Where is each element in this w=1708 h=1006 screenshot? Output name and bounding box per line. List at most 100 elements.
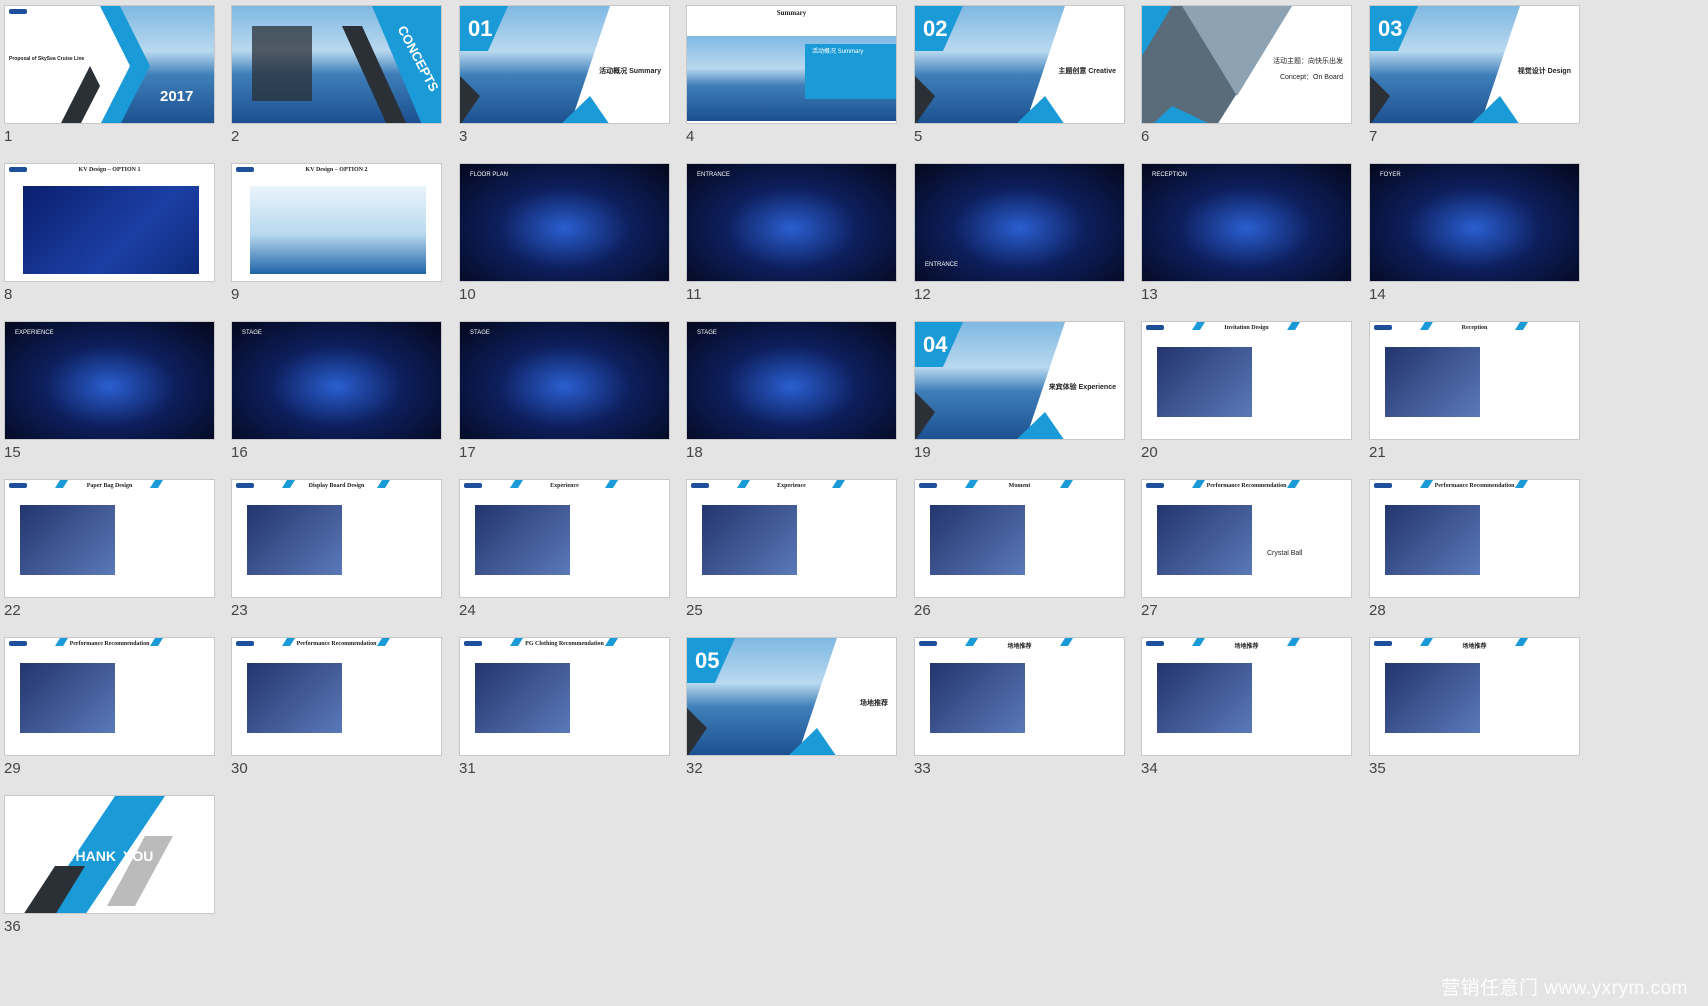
slide-thumbnail-17[interactable]: STAGE 17 bbox=[455, 316, 670, 476]
slide-preview[interactable]: 02 主题创意 Creative bbox=[914, 5, 1125, 124]
slide-thumbnail-28[interactable]: Performance Recommendation 28 bbox=[1365, 474, 1580, 634]
slide-preview[interactable]: Performance Recommendation bbox=[1369, 479, 1580, 598]
slide-preview[interactable]: 场地推荐 bbox=[914, 637, 1125, 756]
slide-preview[interactable]: 场地推荐 bbox=[1369, 637, 1580, 756]
slide-preview[interactable]: Experience bbox=[686, 479, 897, 598]
slide-number: 27 bbox=[1141, 602, 1158, 619]
slide-preview[interactable]: 03 视觉设计 Design bbox=[1369, 5, 1580, 124]
section-number: 05 bbox=[695, 648, 720, 673]
slide-thumbnail-30[interactable]: Performance Recommendation 30 bbox=[227, 632, 442, 792]
slide-thumbnail-31[interactable]: PG Clothing Recommendation 31 bbox=[455, 632, 670, 792]
slide-thumbnail-6[interactable]: 活动主题：向快乐出发 Concept：On Board 6 bbox=[1137, 0, 1352, 160]
scene-label: STAGE bbox=[697, 330, 717, 336]
slide-preview[interactable]: FLOOR PLAN bbox=[459, 163, 670, 282]
content-photo bbox=[1157, 505, 1252, 575]
slide-preview[interactable]: CONCEPTS bbox=[231, 5, 442, 124]
slide-preview[interactable]: FOYER bbox=[1369, 163, 1580, 282]
slide-number: 17 bbox=[459, 444, 476, 461]
slide-preview[interactable]: Performance Recommendation bbox=[4, 637, 215, 756]
slide-thumbnail-12[interactable]: ENTRANCE 12 bbox=[910, 158, 1125, 318]
slide-preview[interactable]: Performance Recommendation bbox=[231, 637, 442, 756]
slide-preview[interactable]: Reception bbox=[1369, 321, 1580, 440]
content-photo bbox=[247, 505, 342, 575]
slide-preview[interactable]: Summary 活动概况 Summary bbox=[686, 5, 897, 124]
slide-thumbnail-3[interactable]: 01 活动概况 Summary 3 bbox=[455, 0, 670, 160]
slide-thumbnail-2[interactable]: CONCEPTS 2 bbox=[227, 0, 442, 160]
slide-preview[interactable]: Performance Recommendation Crystal Ball bbox=[1141, 479, 1352, 598]
slide-preview[interactable]: EXPERIENCE bbox=[4, 321, 215, 440]
slide-preview[interactable]: Paper Bag Design bbox=[4, 479, 215, 598]
slide-preview[interactable]: Invitation Design bbox=[1141, 321, 1352, 440]
content-photo bbox=[930, 663, 1025, 733]
slide-preview[interactable]: Moment bbox=[914, 479, 1125, 598]
slide-thumbnail-23[interactable]: Display Board Design 23 bbox=[227, 474, 442, 634]
section-title: 视觉设计 Design bbox=[1517, 68, 1571, 75]
slide-preview[interactable]: THANK YOU bbox=[4, 795, 215, 914]
slide-preview[interactable]: 01 活动概况 Summary bbox=[459, 5, 670, 124]
slide-preview[interactable]: 活动主题：向快乐出发 Concept：On Board bbox=[1141, 5, 1352, 124]
slide-thumbnail-29[interactable]: Performance Recommendation 29 bbox=[0, 632, 215, 792]
slide-thumbnail-34[interactable]: 场地推荐 34 bbox=[1137, 632, 1352, 792]
slide-thumbnail-4[interactable]: Summary 活动概况 Summary 4 bbox=[682, 0, 897, 160]
slide-preview[interactable]: 04 来宾体验 Experience bbox=[914, 321, 1125, 440]
slide-thumbnail-1[interactable]: Proposal of SkySea Cruise Line 2017 1 bbox=[0, 0, 215, 160]
slide-thumbnail-19[interactable]: 04 来宾体验 Experience 19 bbox=[910, 316, 1125, 476]
slide-thumbnail-33[interactable]: 场地推荐 33 bbox=[910, 632, 1125, 792]
slide-title: Experience bbox=[777, 483, 806, 489]
slide-thumbnail-11[interactable]: ENTRANCE 11 bbox=[682, 158, 897, 318]
slide-thumbnail-24[interactable]: Experience 24 bbox=[455, 474, 670, 634]
slide-preview[interactable]: STAGE bbox=[231, 321, 442, 440]
slide-thumbnail-16[interactable]: STAGE 16 bbox=[227, 316, 442, 476]
slide-thumbnail-25[interactable]: Experience 25 bbox=[682, 474, 897, 634]
slide-thumbnail-22[interactable]: Paper Bag Design 22 bbox=[0, 474, 215, 634]
slide-number: 26 bbox=[914, 602, 931, 619]
slide-preview[interactable]: ENTRANCE bbox=[686, 163, 897, 282]
slide-thumbnail-10[interactable]: FLOOR PLAN 10 bbox=[455, 158, 670, 318]
slide-preview[interactable]: STAGE bbox=[459, 321, 670, 440]
slide-preview[interactable]: RECEPTION bbox=[1141, 163, 1352, 282]
slide-thumbnail-5[interactable]: 02 主题创意 Creative 5 bbox=[910, 0, 1125, 160]
slide-thumbnail-13[interactable]: RECEPTION 13 bbox=[1137, 158, 1352, 318]
slide-number: 24 bbox=[459, 602, 476, 619]
content-photo bbox=[475, 663, 570, 733]
slide-thumbnail-9[interactable]: KV Design – OPTION 2 9 bbox=[227, 158, 442, 318]
slide-preview[interactable]: 05 场地推荐 bbox=[686, 637, 897, 756]
slide-thumbnail-15[interactable]: EXPERIENCE 15 bbox=[0, 316, 215, 476]
slide-preview[interactable]: 场地推荐 bbox=[1141, 637, 1352, 756]
section-number: 03 bbox=[1378, 16, 1403, 41]
slide-thumbnail-32[interactable]: 05 场地推荐 32 bbox=[682, 632, 897, 792]
slide-preview[interactable]: PG Clothing Recommendation bbox=[459, 637, 670, 756]
slide-number: 30 bbox=[231, 760, 248, 777]
slide-thumbnail-14[interactable]: FOYER 14 bbox=[1365, 158, 1580, 318]
slide-preview[interactable]: Proposal of SkySea Cruise Line 2017 bbox=[4, 5, 215, 124]
slide-thumbnail-27[interactable]: Performance Recommendation Crystal Ball 27 bbox=[1137, 474, 1352, 634]
slide-preview[interactable]: KV Design – OPTION 2 bbox=[231, 163, 442, 282]
slide-title: Performance Recommendation bbox=[1434, 483, 1515, 489]
content-photo bbox=[247, 663, 342, 733]
slide-number: 4 bbox=[686, 128, 695, 145]
slide-preview[interactable]: ENTRANCE bbox=[914, 163, 1125, 282]
slide-number: 10 bbox=[459, 286, 476, 303]
panel-title: 活动概况 Summary bbox=[812, 49, 864, 55]
slide-number: 12 bbox=[914, 286, 931, 303]
slide-preview[interactable]: Experience bbox=[459, 479, 670, 598]
watermark-text: 营销任意门 www.yxrym.com bbox=[1440, 978, 1688, 999]
slide-thumbnail-21[interactable]: Reception 21 bbox=[1365, 316, 1580, 476]
slide-number: 34 bbox=[1141, 760, 1158, 777]
slide-thumbnail-8[interactable]: KV Design – OPTION 1 8 bbox=[0, 158, 215, 318]
scene-label: FOYER bbox=[1380, 172, 1401, 178]
slide-number: 11 bbox=[686, 286, 702, 303]
content-photo bbox=[20, 505, 115, 575]
slide-preview[interactable]: Display Board Design bbox=[231, 479, 442, 598]
slide-preview[interactable]: KV Design – OPTION 1 bbox=[4, 163, 215, 282]
slide-preview[interactable]: STAGE bbox=[686, 321, 897, 440]
slide-thumbnail-18[interactable]: STAGE 18 bbox=[682, 316, 897, 476]
slide-thumbnail-35[interactable]: 场地推荐 35 bbox=[1365, 632, 1580, 792]
scene-label: ENTRANCE bbox=[925, 262, 959, 268]
slide-thumbnail-26[interactable]: Moment 26 bbox=[910, 474, 1125, 634]
slide-thumbnail-36[interactable]: THANK YOU 36 bbox=[0, 790, 215, 950]
slide-thumbnail-7[interactable]: 03 视觉设计 Design 7 bbox=[1365, 0, 1580, 160]
slide-thumbnail-20[interactable]: Invitation Design 20 bbox=[1137, 316, 1352, 476]
content-photo bbox=[20, 663, 115, 733]
content-photo bbox=[1385, 347, 1480, 417]
